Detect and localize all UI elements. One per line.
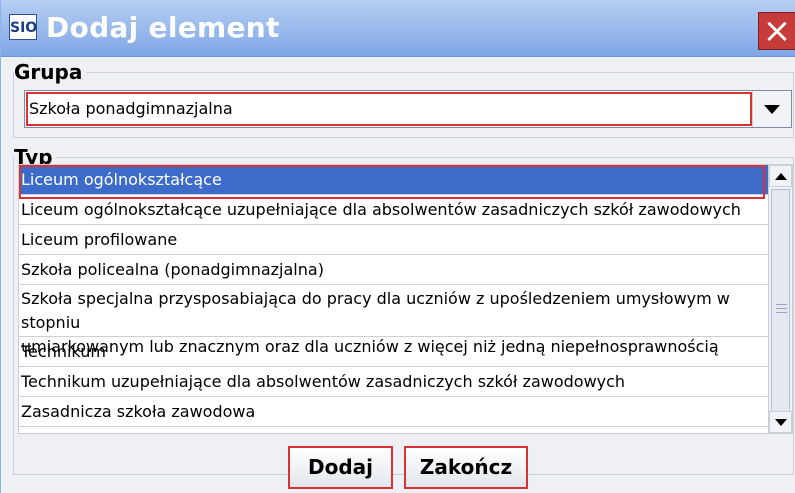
list-item-liceum-profilowane[interactable]: Liceum profilowane — [19, 225, 792, 255]
chevron-down-icon[interactable] — [752, 91, 791, 127]
thumb-grip-line — [776, 312, 787, 313]
list-item-label: Zasadnicza szkoła zawodowa — [21, 402, 256, 421]
list-item-label: Technikum uzupełniające dla absolwentów … — [21, 372, 626, 391]
thumb-grip-line — [776, 304, 787, 305]
list-scrollbar[interactable] — [768, 165, 792, 433]
list-item-technikum-uzupelniajace[interactable]: Technikum uzupełniające dla absolwentów … — [19, 367, 792, 397]
list-item-technikum[interactable]: Technikum — [19, 337, 792, 367]
close-button[interactable]: × — [758, 12, 795, 50]
thumb-grip-line — [776, 308, 787, 309]
list-item-label: Liceum ogólnokształcące uzupełniające dl… — [21, 200, 741, 219]
list-item-liceum-uzupelniajace[interactable]: Liceum ogólnokształcące uzupełniające dl… — [19, 195, 792, 225]
scroll-thumb[interactable] — [771, 189, 790, 431]
list-item-zasadnicza-szkola[interactable]: Zasadnicza szkoła zawodowa — [19, 397, 792, 427]
zakoncz-button[interactable]: Zakończ — [404, 446, 528, 489]
app-logo-icon: SIO — [9, 14, 37, 40]
list-item-label: Szkoła policealna (ponadgimnazjalna) — [21, 260, 324, 279]
title-bar[interactable]: SIO Dodaj element × — [1, 0, 795, 57]
scroll-up-arrow-icon[interactable] — [769, 165, 792, 187]
list-item-szkola-specjalna[interactable]: Szkoła specjalna przysposabiająca do pra… — [19, 285, 792, 356]
window-title: Dodaj element — [46, 11, 280, 44]
selection-highlight-outline — [19, 165, 765, 199]
list-item-szkola-policealna[interactable]: Szkoła policealna (ponadgimnazjalna) — [19, 255, 792, 285]
grupa-select[interactable]: Szkoła ponadgimnazjalna — [24, 90, 792, 128]
scroll-down-arrow-icon[interactable] — [769, 411, 792, 433]
list-item-label: Technikum — [21, 342, 106, 361]
dodaj-button[interactable]: Dodaj — [288, 446, 393, 489]
grupa-legend: Grupa — [14, 60, 83, 84]
typ-list[interactable]: Liceum ogólnokształcące Liceum ogólnoksz… — [18, 164, 793, 434]
grupa-highlight-outline — [26, 92, 752, 126]
list-item-liceum-ogolnoksztalcace[interactable]: Liceum ogólnokształcące — [19, 165, 792, 199]
list-item-label-line1: Szkoła specjalna przysposabiająca do pra… — [21, 289, 730, 332]
list-item-label: Liceum profilowane — [21, 230, 178, 249]
dialog-window: SIO Dodaj element × Grupa Szkoła ponadgi… — [0, 0, 795, 493]
